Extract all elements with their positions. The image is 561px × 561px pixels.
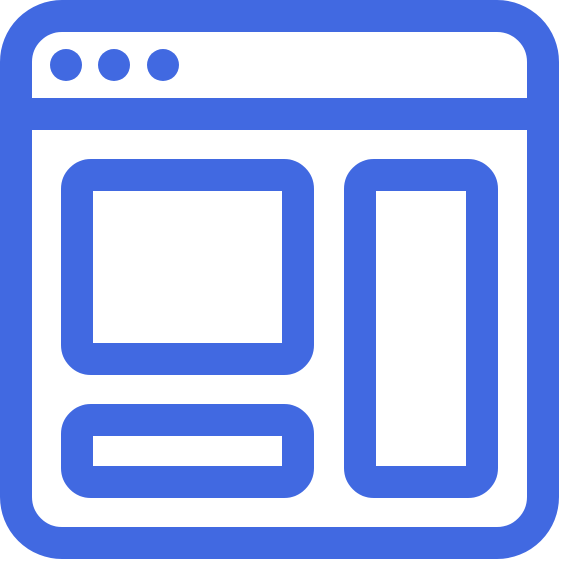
main-image-panel — [61, 159, 314, 375]
window-dot-icon — [50, 49, 82, 81]
browser-window-layout-icon — [0, 0, 559, 559]
window-dot-icon — [98, 49, 130, 81]
footer-bar-panel — [61, 404, 314, 498]
window-frame — [0, 0, 559, 559]
window-dot-icon — [147, 49, 179, 81]
title-bar-divider — [16, 98, 543, 130]
sidebar-panel — [344, 159, 498, 498]
icon-canvas — [0, 0, 561, 561]
